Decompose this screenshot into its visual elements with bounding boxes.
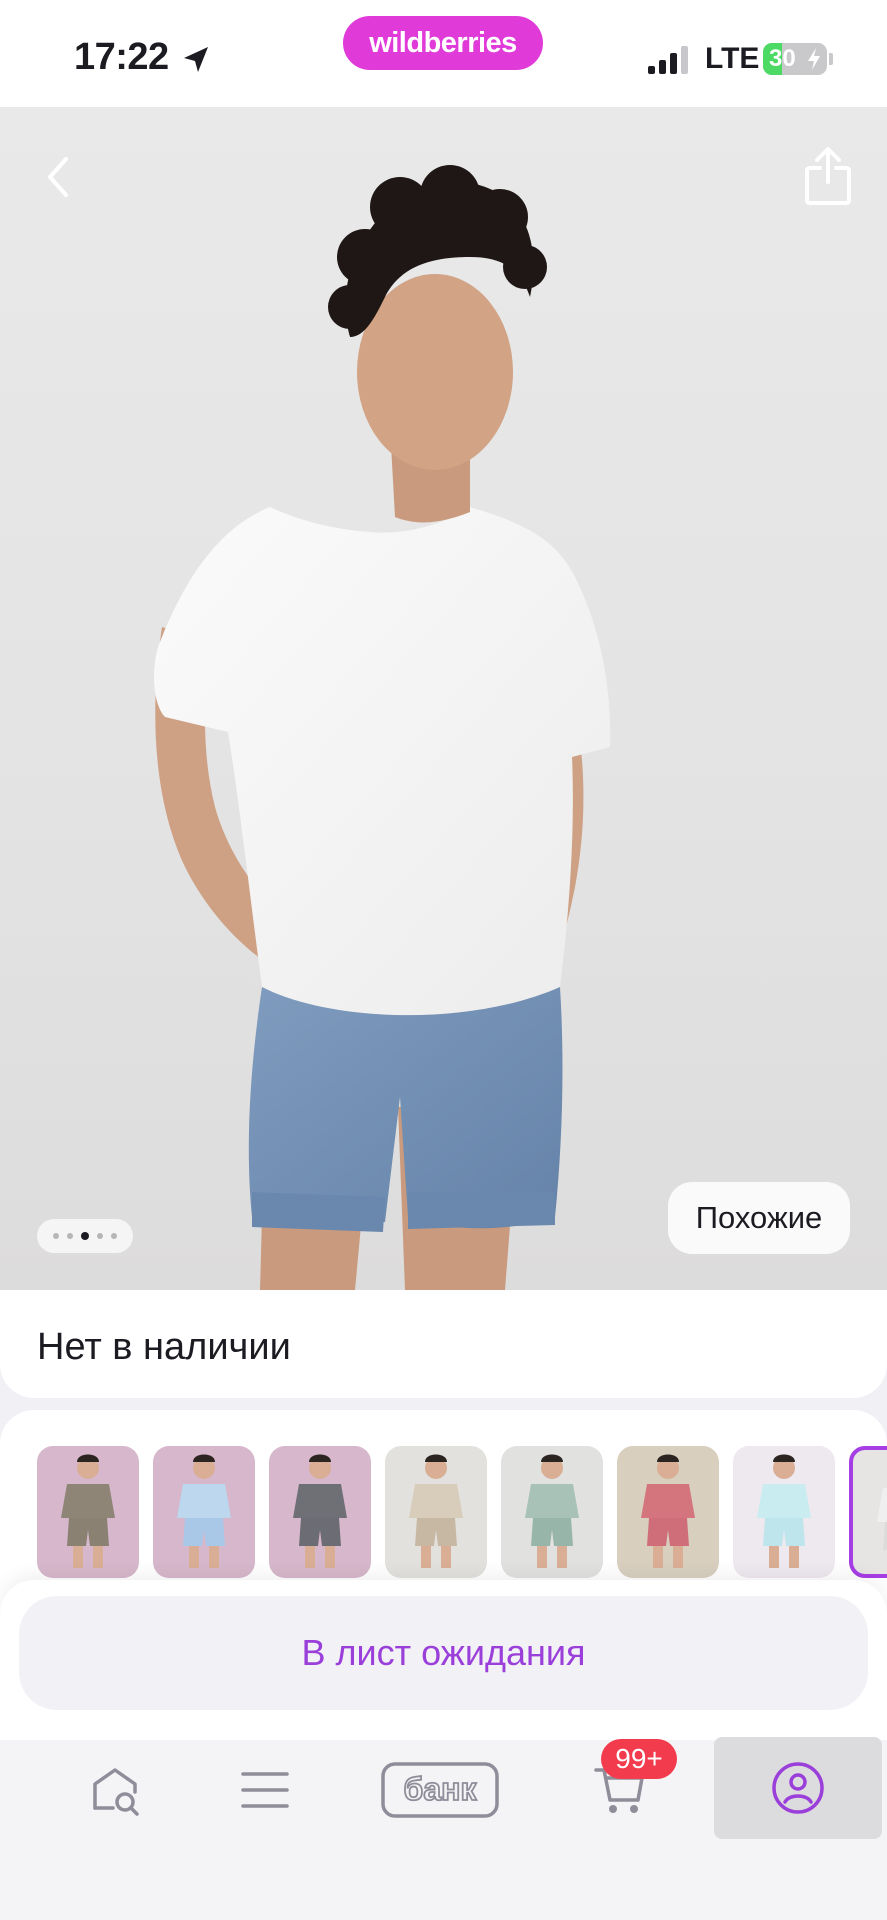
availability-status: Нет в наличии xyxy=(37,1326,291,1368)
battery-label: 30 xyxy=(769,45,796,72)
tab-profile[interactable] xyxy=(714,1737,882,1839)
tab-home[interactable] xyxy=(50,1740,180,1840)
variant-image xyxy=(525,1454,579,1568)
variant-thumbnail[interactable] xyxy=(153,1446,255,1578)
brand-logo: wildberries xyxy=(343,16,543,70)
cart-badge: 99+ xyxy=(601,1739,677,1779)
gallery-dot xyxy=(97,1233,103,1239)
menu-icon xyxy=(241,1772,289,1808)
variant-image xyxy=(177,1454,231,1568)
gallery-dot xyxy=(53,1233,59,1239)
variant-image xyxy=(293,1454,347,1568)
profile-icon xyxy=(772,1762,824,1814)
waitlist-button[interactable]: В лист ожидания xyxy=(19,1596,868,1710)
charging-bolt-icon xyxy=(808,48,820,70)
action-panel: В лист ожидания xyxy=(0,1580,887,1740)
tab-catalog[interactable] xyxy=(200,1740,330,1840)
variant-image xyxy=(409,1454,463,1568)
variant-thumbnail[interactable] xyxy=(385,1446,487,1578)
variant-thumbnail[interactable] xyxy=(617,1446,719,1578)
variant-thumbnail[interactable] xyxy=(501,1446,603,1578)
gallery-dot xyxy=(81,1232,89,1240)
variant-image xyxy=(61,1454,115,1568)
variant-image xyxy=(877,1488,887,1550)
location-arrow-icon xyxy=(184,47,208,72)
network-label: LTE xyxy=(705,42,760,75)
variant-thumbnail[interactable] xyxy=(269,1446,371,1578)
similar-button[interactable]: Похожие xyxy=(668,1182,850,1254)
availability-card: Нет в наличии xyxy=(0,1290,887,1398)
tab-bar: банк 99+ xyxy=(0,1737,887,1920)
variant-image xyxy=(757,1454,811,1568)
status-time: 17:22 xyxy=(74,36,169,78)
gallery-dot xyxy=(111,1233,117,1239)
variant-thumbnail[interactable] xyxy=(849,1446,887,1578)
variant-thumbnail[interactable] xyxy=(37,1446,139,1578)
product-photo[interactable]: Похожие xyxy=(0,107,887,1290)
back-button[interactable] xyxy=(38,147,78,207)
signal-icon xyxy=(648,46,688,74)
status-bar: 17:22 wildberries LTE 30 xyxy=(0,0,887,107)
bank-icon: банк xyxy=(381,1762,499,1818)
variant-image xyxy=(641,1454,695,1568)
tab-bank[interactable]: банк xyxy=(375,1740,505,1840)
variant-thumbnail[interactable] xyxy=(733,1446,835,1578)
battery-cap xyxy=(829,53,833,65)
home-search-icon xyxy=(93,1768,139,1816)
battery-indicator: 30 xyxy=(763,43,827,75)
gallery-dot xyxy=(67,1233,73,1239)
gallery-pagination xyxy=(37,1219,133,1253)
product-image xyxy=(154,165,611,1290)
bank-label: банк xyxy=(404,1771,478,1807)
share-button[interactable] xyxy=(800,144,856,208)
